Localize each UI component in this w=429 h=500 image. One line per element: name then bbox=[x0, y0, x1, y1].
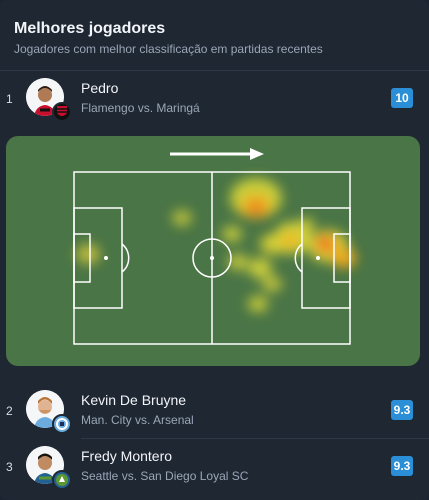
top-players-widget: Melhores jogadores Jogadores com melhor … bbox=[0, 0, 429, 500]
player-name: Fredy Montero bbox=[81, 448, 173, 464]
widget-subtitle: Jogadores com melhor classificação em pa… bbox=[14, 42, 323, 56]
player-rating-badge: 10 bbox=[391, 88, 413, 108]
player-rank: 2 bbox=[6, 404, 13, 418]
player-row-1[interactable]: 1 Pedro Flamengo vs. Maringá 10 bbox=[0, 70, 429, 126]
seattle-badge-icon bbox=[52, 470, 72, 490]
player-match: Flamengo vs. Maringá bbox=[81, 101, 200, 115]
man-city-badge-icon bbox=[52, 414, 72, 434]
heatmap-pitch bbox=[73, 171, 356, 345]
player-row-2[interactable]: 2 Kevin De Bruyne Man. City vs. Arsenal … bbox=[0, 382, 429, 438]
player-rating-badge: 9.3 bbox=[391, 400, 413, 420]
player-name: Kevin De Bruyne bbox=[81, 392, 187, 408]
heatmap-card bbox=[6, 136, 420, 366]
player-match: Seattle vs. San Diego Loyal SC bbox=[81, 469, 249, 483]
player-rank: 1 bbox=[6, 92, 13, 106]
widget-title: Melhores jogadores bbox=[14, 20, 166, 37]
player-name: Pedro bbox=[81, 80, 119, 96]
flamengo-badge-icon bbox=[52, 102, 72, 122]
player-row-3[interactable]: 3 Fredy Montero Seattle vs. San Diego Lo… bbox=[0, 438, 429, 494]
player-rating-badge: 9.3 bbox=[391, 456, 413, 476]
player-rank: 3 bbox=[6, 460, 13, 474]
widget-header: Melhores jogadores Jogadores com melhor … bbox=[14, 20, 419, 56]
player-match: Man. City vs. Arsenal bbox=[81, 413, 194, 427]
